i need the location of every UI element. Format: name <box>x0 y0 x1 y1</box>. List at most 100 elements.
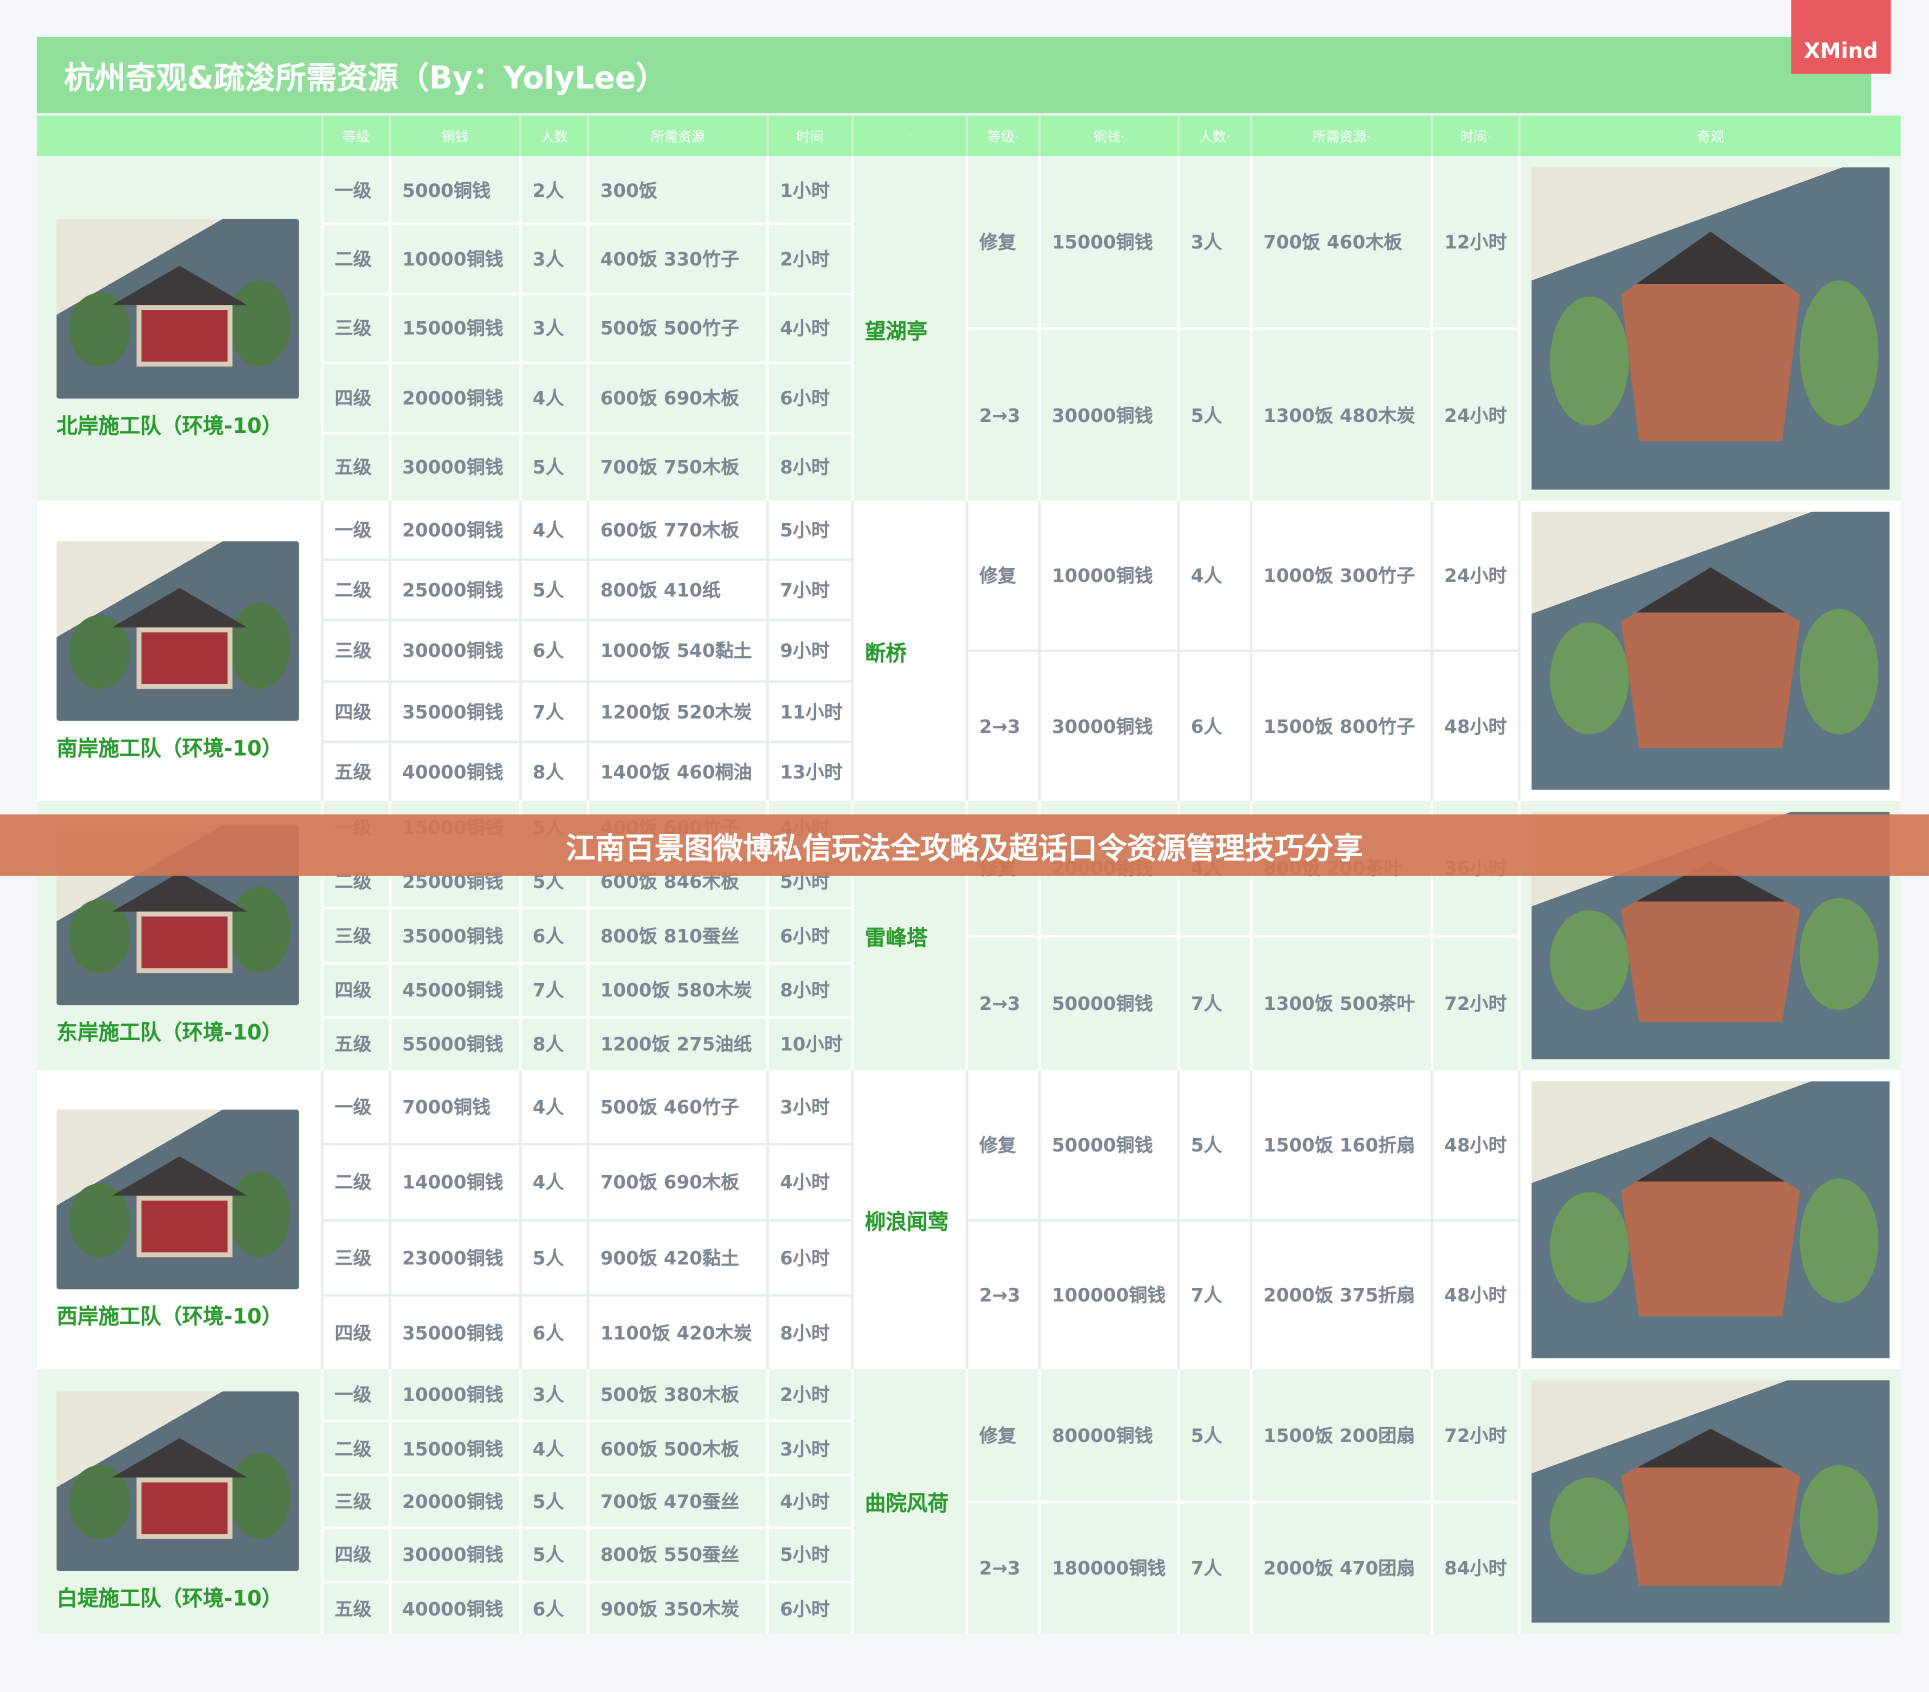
wonder-image <box>1531 1081 1890 1359</box>
cell-cost: 35000铜钱 <box>391 682 520 741</box>
upgrade-time: 12小时 <box>1433 156 1519 328</box>
cell-cost: 20000铜钱 <box>391 500 520 559</box>
upgrade-resources: 1500饭 200团扇 <box>1252 1369 1431 1501</box>
wonder-image-cell <box>1520 1070 1901 1370</box>
upgrade-cost: 30000铜钱 <box>1040 329 1178 501</box>
upgrade-cost: 10000铜钱 <box>1040 500 1178 650</box>
cell-level: 五级 <box>323 1018 389 1071</box>
cell-resources: 600饭 500木板 <box>589 1422 767 1474</box>
cell-workers: 6人 <box>521 1582 587 1634</box>
cell-resources: 700饭 470蚕丝 <box>589 1475 767 1527</box>
wonder-name: 曲院风荷 <box>853 1369 966 1634</box>
upgrade-time: 48小时 <box>1433 1070 1519 1219</box>
cell-time: 4小时 <box>768 1475 852 1527</box>
page-title: 杭州奇观&疏浚所需资源（By：YolyLee） <box>63 60 667 96</box>
upgrade-cost: 50000铜钱 <box>1040 936 1178 1071</box>
team-cell: 南岸施工队（环境-10） <box>36 500 322 801</box>
cell-cost: 14000铜钱 <box>391 1145 520 1219</box>
upgrade-level: 修复 <box>968 1369 1039 1501</box>
cell-resources: 1200饭 275油纸 <box>589 1018 767 1071</box>
cell-resources: 1000饭 540黏土 <box>589 621 767 680</box>
cell-level: 五级 <box>323 433 389 501</box>
upgrade-time: 24小时 <box>1433 500 1519 650</box>
cell-cost: 23000铜钱 <box>391 1220 520 1294</box>
cell-time: 3小时 <box>768 1422 852 1474</box>
cell-time: 11小时 <box>768 682 852 741</box>
wonder-image <box>1531 167 1890 490</box>
cell-cost: 25000铜钱 <box>391 561 520 620</box>
cell-resources: 700饭 690木板 <box>589 1145 767 1219</box>
team-section: 北岸施工队（环境-10） 一级 5000铜钱 2人 300饭 1小时 二级 10000铜钱 3人… <box>36 156 1901 501</box>
cell-workers: 5人 <box>521 561 587 620</box>
team-name: 西岸施工队（环境-10） <box>56 1305 283 1330</box>
cell-workers: 5人 <box>521 1475 587 1527</box>
header-cell: 人数· <box>1179 115 1250 157</box>
team-cell: 白堤施工队（环境-10） <box>36 1369 322 1634</box>
header-cell: 所需资源· <box>1252 115 1431 157</box>
cell-level: 四级 <box>323 1529 389 1581</box>
cell-resources: 1100饭 420木炭 <box>589 1296 767 1370</box>
cell-time: 1小时 <box>768 156 852 224</box>
table-header: 等级 铜钱 人数 所需资源 时间 · 等级· 铜钱· 人数· 所需资源· 时间· 奇观 <box>36 115 1901 157</box>
upgrade-level: 2→3 <box>968 652 1039 801</box>
wonder-name: 柳浪闻莺 <box>853 1070 966 1370</box>
team-section: 西岸施工队（环境-10） 一级 7000铜钱 4人 500饭 460竹子 3小时 二级 140… <box>36 1070 1901 1370</box>
xmind-badge[interactable]: XMind <box>1791 0 1891 74</box>
cell-resources: 500饭 460竹子 <box>589 1070 767 1144</box>
cell-workers: 4人 <box>521 1422 587 1474</box>
cell-resources: 500饭 380木板 <box>589 1369 767 1421</box>
upgrade-workers: 7人 <box>1179 1220 1250 1370</box>
cell-time: 3小时 <box>768 1070 852 1144</box>
cell-level: 一级 <box>323 1369 389 1421</box>
cell-cost: 35000铜钱 <box>391 909 520 962</box>
cell-cost: 30000铜钱 <box>391 621 520 680</box>
upgrade-level: 2→3 <box>968 1220 1039 1370</box>
header-cell <box>36 115 322 157</box>
upgrade-resources: 1300饭 500茶叶 <box>1252 936 1431 1071</box>
cell-resources: 900饭 350木炭 <box>589 1582 767 1634</box>
upgrade-time: 48小时 <box>1433 1220 1519 1370</box>
upgrade-time: 48小时 <box>1433 652 1519 801</box>
team-name: 南岸施工队（环境-10） <box>56 736 283 761</box>
upgrade-workers: 6人 <box>1179 652 1250 801</box>
wonder-image <box>1531 1380 1890 1623</box>
cell-level: 四级 <box>323 364 389 432</box>
cell-time: 9小时 <box>768 621 852 680</box>
cell-time: 6小时 <box>768 909 852 962</box>
cell-cost: 15000铜钱 <box>391 1422 520 1474</box>
cell-cost: 45000铜钱 <box>391 963 520 1016</box>
cell-resources: 600饭 770木板 <box>589 500 767 559</box>
cell-level: 三级 <box>323 909 389 962</box>
wonder-image-cell <box>1520 500 1901 801</box>
header-cell: 等级 <box>323 115 389 157</box>
cell-time: 13小时 <box>768 742 852 801</box>
cell-level: 二级 <box>323 561 389 620</box>
cell-time: 8小时 <box>768 963 852 1016</box>
header-cell: 铜钱· <box>1040 115 1178 157</box>
upgrade-resources: 1500饭 160折扇 <box>1252 1070 1431 1219</box>
upgrade-resources: 700饭 460木板 <box>1252 156 1431 328</box>
cell-resources: 1400饭 460桐油 <box>589 742 767 801</box>
cell-workers: 5人 <box>521 1529 587 1581</box>
cell-level: 五级 <box>323 1582 389 1634</box>
cell-resources: 1200饭 520木炭 <box>589 682 767 741</box>
cell-workers: 6人 <box>521 1296 587 1370</box>
cell-workers: 4人 <box>521 1070 587 1144</box>
upgrade-level: 修复 <box>968 1070 1039 1219</box>
cell-cost: 5000铜钱 <box>391 156 520 224</box>
wonder-image <box>1531 511 1890 790</box>
cell-level: 二级 <box>323 1145 389 1219</box>
cell-cost: 40000铜钱 <box>391 742 520 801</box>
team-building-image <box>56 218 299 398</box>
upgrade-time: 24小时 <box>1433 329 1519 501</box>
header-cell: 所需资源 <box>589 115 767 157</box>
cell-time: 7小时 <box>768 561 852 620</box>
cell-level: 三级 <box>323 294 389 362</box>
cell-time: 2小时 <box>768 1369 852 1421</box>
cell-workers: 2人 <box>521 156 587 224</box>
team-name: 东岸施工队（环境-10） <box>56 1021 283 1046</box>
upgrade-cost: 180000铜钱 <box>1040 1502 1178 1634</box>
cell-workers: 4人 <box>521 500 587 559</box>
wonder-image-cell <box>1520 156 1901 501</box>
header-cell: 奇观 <box>1520 115 1901 157</box>
